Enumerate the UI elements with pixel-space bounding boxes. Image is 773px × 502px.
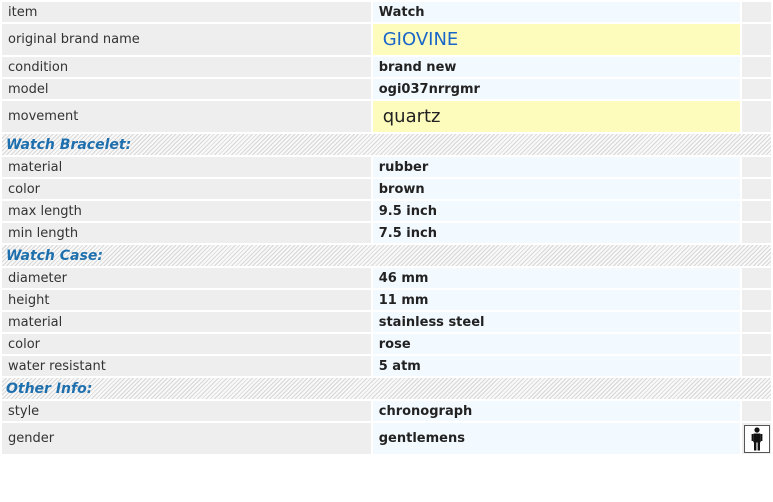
row-case-diameter: diameter 46 mm xyxy=(2,268,771,288)
bracelet-material-label: material xyxy=(2,157,371,177)
case-height-label: height xyxy=(2,290,371,310)
case-diameter-value: 46 mm xyxy=(372,268,741,288)
row-bracelet-min-length: min length 7.5 inch xyxy=(2,223,771,243)
row-other-gender: gender gentlemens xyxy=(2,423,771,454)
brand-label: original brand name xyxy=(2,24,371,55)
case-height-value: 11 mm xyxy=(372,290,741,310)
bracelet-min-length-value: 7.5 inch xyxy=(372,223,741,243)
case-diameter-label: diameter xyxy=(2,268,371,288)
bracelet-max-length-value: 9.5 inch xyxy=(372,201,741,221)
condition-value: brand new xyxy=(372,57,741,77)
bracelet-color-extra-cell xyxy=(742,179,771,199)
row-case-height: height 11 mm xyxy=(2,290,771,310)
condition-extra-cell xyxy=(742,57,771,77)
male-person-icon-glyph xyxy=(751,426,763,450)
bracelet-color-label: color xyxy=(2,179,371,199)
row-case-color: color rose xyxy=(2,334,771,354)
case-water-resistant-extra-cell xyxy=(742,356,771,376)
item-value: Watch xyxy=(372,2,741,22)
male-person-icon xyxy=(743,424,770,453)
model-extra-cell xyxy=(742,79,771,99)
movement-value: quartz xyxy=(372,101,741,132)
case-diameter-extra-cell xyxy=(742,268,771,288)
case-color-label: color xyxy=(2,334,371,354)
bracelet-min-length-extra-cell xyxy=(742,223,771,243)
section-watch-case: Watch Case: xyxy=(2,245,771,266)
movement-label: movement xyxy=(2,101,371,132)
row-movement: movement quartz xyxy=(2,101,771,132)
model-label: model xyxy=(2,79,371,99)
brand-value: GIOVINE xyxy=(372,24,741,55)
row-case-water-resistant: water resistant 5 atm xyxy=(2,356,771,376)
row-item: item Watch xyxy=(2,2,771,22)
other-style-value: chronograph xyxy=(372,401,741,421)
other-gender-label: gender xyxy=(2,423,371,454)
case-material-value: stainless steel xyxy=(372,312,741,332)
bracelet-material-value: rubber xyxy=(372,157,741,177)
bracelet-min-length-label: min length xyxy=(2,223,371,243)
section-other-info: Other Info: xyxy=(2,378,771,399)
watch-spec-table: item Watch original brand name GIOVINE c… xyxy=(0,0,773,456)
row-case-material: material stainless steel xyxy=(2,312,771,332)
case-color-extra-cell xyxy=(742,334,771,354)
section-heading-other: Other Info: xyxy=(2,378,771,399)
section-watch-bracelet: Watch Bracelet: xyxy=(2,134,771,155)
case-material-label: material xyxy=(2,312,371,332)
movement-extra-cell xyxy=(742,101,771,132)
row-condition: condition brand new xyxy=(2,57,771,77)
section-heading-case: Watch Case: xyxy=(2,245,771,266)
section-heading-bracelet: Watch Bracelet: xyxy=(2,134,771,155)
item-label: item xyxy=(2,2,371,22)
other-gender-value: gentlemens xyxy=(372,423,741,454)
case-material-extra-cell xyxy=(742,312,771,332)
case-color-value: rose xyxy=(372,334,741,354)
bracelet-max-length-label: max length xyxy=(2,201,371,221)
other-style-label: style xyxy=(2,401,371,421)
row-bracelet-max-length: max length 9.5 inch xyxy=(2,201,771,221)
bracelet-max-length-extra-cell xyxy=(742,201,771,221)
model-value: ogi037nrrgmr xyxy=(372,79,741,99)
row-bracelet-material: material rubber xyxy=(2,157,771,177)
gender-icon-cell xyxy=(742,423,771,454)
case-water-resistant-label: water resistant xyxy=(2,356,371,376)
row-bracelet-color: color brown xyxy=(2,179,771,199)
brand-extra-cell xyxy=(742,24,771,55)
item-extra-cell xyxy=(742,2,771,22)
row-brand: original brand name GIOVINE xyxy=(2,24,771,55)
condition-label: condition xyxy=(2,57,371,77)
case-water-resistant-value: 5 atm xyxy=(372,356,741,376)
row-other-style: style chronograph xyxy=(2,401,771,421)
case-height-extra-cell xyxy=(742,290,771,310)
row-model: model ogi037nrrgmr xyxy=(2,79,771,99)
other-style-extra-cell xyxy=(742,401,771,421)
bracelet-material-extra-cell xyxy=(742,157,771,177)
bracelet-color-value: brown xyxy=(372,179,741,199)
